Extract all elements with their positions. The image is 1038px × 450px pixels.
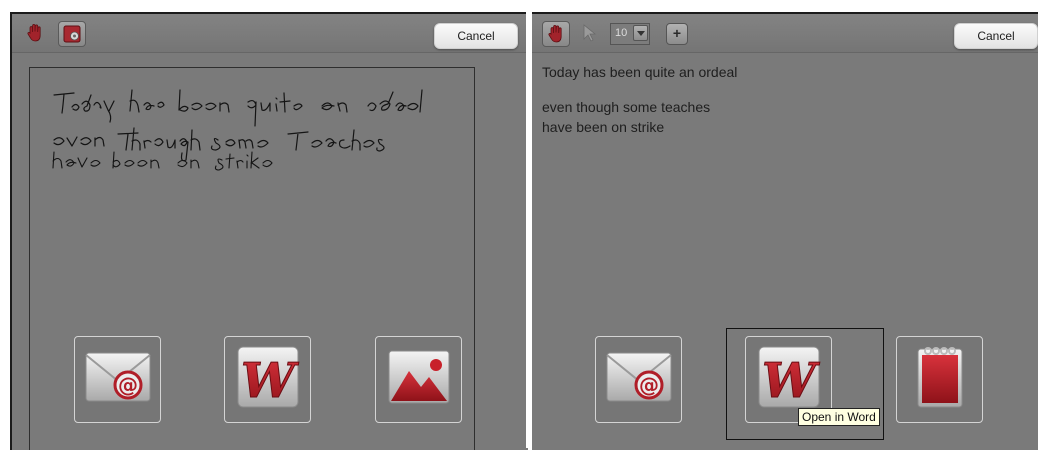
word-icon: W (753, 341, 825, 418)
svg-text:@: @ (118, 373, 138, 397)
text-line: have been on strike (542, 119, 665, 135)
left-toolbar: Cancel (12, 14, 528, 53)
pointer-icon[interactable] (576, 21, 602, 45)
notepad-icon (904, 341, 976, 418)
notepad-button[interactable] (896, 336, 983, 423)
text-line: even though some teaches (542, 99, 711, 115)
svg-text:@: @ (639, 373, 659, 397)
lasso-settings-icon[interactable] (58, 21, 86, 47)
svg-text:W: W (762, 353, 820, 409)
cancel-button[interactable]: Cancel (434, 23, 518, 49)
email-button[interactable]: @ (74, 336, 161, 423)
tooltip: Open in Word (798, 408, 880, 426)
right-toolbar: 10 + Cancel (532, 14, 1038, 53)
hand-icon[interactable] (22, 21, 48, 45)
email-icon: @ (82, 341, 154, 418)
image-icon (383, 341, 455, 418)
hand-icon[interactable] (542, 21, 570, 47)
plus-icon[interactable]: + (666, 23, 688, 45)
image-button[interactable] (375, 336, 462, 423)
text-line: Today has been quite an ordeal (542, 64, 738, 80)
cancel-button[interactable]: Cancel (954, 23, 1038, 49)
svg-text:W: W (241, 353, 299, 409)
converted-text-panel: 10 + Cancel Today has been quite an orde… (532, 12, 1038, 450)
handwriting-panel: Cancel @ W (10, 12, 528, 450)
chevron-down-icon[interactable] (633, 25, 648, 41)
email-button[interactable]: @ (595, 336, 682, 423)
font-size-select[interactable]: 10 (610, 23, 650, 45)
font-size-value: 10 (615, 27, 628, 39)
email-icon: @ (603, 341, 675, 418)
word-icon: W (232, 341, 304, 418)
word-button[interactable]: W (224, 336, 311, 423)
handwriting-strokes (52, 89, 423, 171)
